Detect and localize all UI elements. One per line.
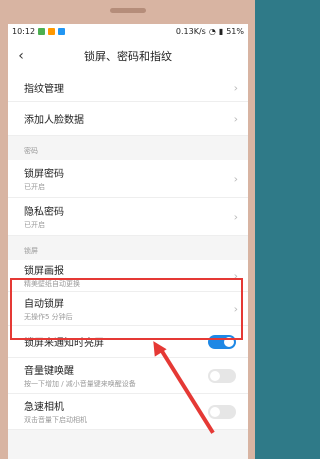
- item-label: 锁屏画报: [24, 266, 64, 277]
- fingerprint-manage-item[interactable]: 指纹管理 ›: [8, 74, 248, 102]
- toggle-knob: [210, 406, 220, 417]
- item-label: 隐私密码: [24, 207, 64, 218]
- volume-wake-toggle[interactable]: [208, 368, 236, 383]
- volume-wake-item: 音量键唤醒 按一下增加 / 减小音量键来唤醒设备: [8, 358, 248, 394]
- item-label: 指纹管理: [24, 84, 64, 95]
- page-title: 锁屏、密码和指纹: [84, 50, 172, 63]
- quick-camera-toggle[interactable]: [208, 404, 236, 419]
- item-sub: 已开启: [24, 221, 45, 229]
- network-speed: 0.13K/s: [175, 26, 206, 36]
- lock-password-item[interactable]: 锁屏密码 已开启 ›: [8, 160, 248, 198]
- chevron-right-icon: ›: [233, 210, 238, 223]
- item-sub: 精美壁纸自动更换: [24, 280, 80, 288]
- chevron-right-icon: ›: [233, 302, 238, 315]
- lock-wallpaper-item[interactable]: 锁屏画报 精美壁纸自动更换 ›: [8, 260, 248, 292]
- item-label: 添加人脸数据: [24, 115, 84, 126]
- back-arrow-icon[interactable]: ‹: [8, 48, 34, 64]
- wifi-icon: ◔: [208, 26, 216, 36]
- add-face-item[interactable]: 添加人脸数据 ›: [8, 102, 248, 136]
- toggle-knob: [224, 336, 234, 347]
- status-time: 10:12: [12, 26, 36, 36]
- battery-level: 51%: [226, 26, 244, 36]
- app-notification-icon: [48, 27, 56, 35]
- item-label: 自动锁屏: [24, 299, 64, 310]
- phone-speaker: [110, 8, 146, 13]
- section-header-password: 密码: [8, 136, 248, 160]
- app-notification-icon: [38, 27, 46, 35]
- app-notification-icon: [58, 27, 66, 35]
- toggle-knob: [210, 370, 220, 381]
- status-bar: 10:12 0.13K/s ◔ ▮ 51%: [8, 24, 248, 38]
- chevron-right-icon: ›: [233, 172, 238, 185]
- notify-wake-toggle[interactable]: [208, 334, 236, 349]
- section-header-lockscreen: 锁屏: [8, 236, 248, 260]
- item-sub: 无操作5 分钟后: [24, 313, 73, 321]
- auto-lock-item[interactable]: 自动锁屏 无操作5 分钟后 ›: [8, 292, 248, 326]
- item-sub: 已开启: [24, 183, 45, 191]
- item-label: 锁屏密码: [24, 169, 64, 180]
- app-header: ‹ 锁屏、密码和指纹: [8, 38, 248, 74]
- settings-list: 指纹管理 › 添加人脸数据 › 密码 锁屏密码 已开启 › 隐私密码 已开启 ›…: [8, 74, 248, 430]
- privacy-password-item[interactable]: 隐私密码 已开启 ›: [8, 198, 248, 236]
- signal-icon: ▮: [218, 26, 224, 36]
- notify-wake-item: 锁屏来通知时亮屏: [8, 326, 248, 358]
- chevron-right-icon: ›: [233, 81, 238, 94]
- chevron-right-icon: ›: [233, 269, 238, 282]
- quick-camera-item: 急速相机 双击音量下启动相机: [8, 394, 248, 430]
- chevron-right-icon: ›: [233, 112, 238, 125]
